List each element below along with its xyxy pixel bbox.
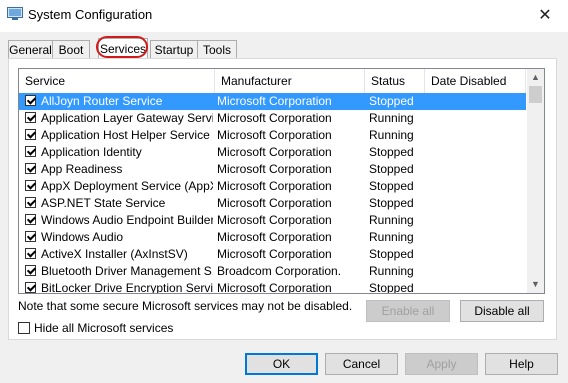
service-manufacturer: Broadcom Corporation. bbox=[217, 264, 342, 278]
service-status: Running bbox=[369, 264, 414, 278]
scroll-thumb[interactable] bbox=[529, 86, 542, 103]
cancel-button[interactable]: Cancel bbox=[325, 353, 398, 375]
service-name: Application Identity bbox=[41, 145, 142, 159]
service-name: BitLocker Drive Encryption Service bbox=[41, 281, 213, 294]
service-checkbox[interactable] bbox=[25, 163, 36, 174]
close-icon: ✕ bbox=[538, 7, 552, 24]
service-status: Stopped bbox=[369, 179, 414, 193]
help-button[interactable]: Help bbox=[485, 353, 558, 375]
service-checkbox[interactable] bbox=[25, 112, 36, 123]
service-manufacturer: Microsoft Corporation bbox=[217, 196, 332, 210]
service-manufacturer: Microsoft Corporation bbox=[217, 247, 332, 261]
service-checkbox[interactable] bbox=[25, 231, 36, 242]
service-checkbox[interactable] bbox=[25, 95, 36, 106]
service-manufacturer: Microsoft Corporation bbox=[217, 111, 332, 125]
enable-all-button[interactable]: Enable all bbox=[366, 300, 450, 322]
column-header-service[interactable]: Service bbox=[19, 69, 215, 93]
tab-services[interactable]: Services bbox=[98, 38, 148, 59]
tab-general[interactable]: General bbox=[8, 40, 53, 58]
service-name: Windows Audio Endpoint Builder bbox=[41, 213, 213, 227]
hide-microsoft-services-label[interactable]: Hide all Microsoft services bbox=[34, 321, 173, 335]
service-status: Stopped bbox=[369, 94, 414, 108]
service-checkbox[interactable] bbox=[25, 248, 36, 259]
service-manufacturer: Microsoft Corporation bbox=[217, 281, 332, 294]
service-manufacturer: Microsoft Corporation bbox=[217, 128, 332, 142]
service-manufacturer: Microsoft Corporation bbox=[217, 179, 332, 193]
service-manufacturer: Microsoft Corporation bbox=[217, 230, 332, 244]
service-name: AppX Deployment Service (AppX... bbox=[41, 179, 213, 193]
close-button[interactable]: ✕ bbox=[522, 0, 568, 30]
column-header-manufacturer[interactable]: Manufacturer bbox=[215, 69, 365, 93]
service-manufacturer: Microsoft Corporation bbox=[217, 94, 332, 108]
service-status: Stopped bbox=[369, 196, 414, 210]
service-checkbox[interactable] bbox=[25, 146, 36, 157]
table-row[interactable]: BitLocker Drive Encryption Service Micros… bbox=[19, 280, 526, 294]
tab-startup[interactable]: Startup bbox=[150, 40, 198, 58]
service-name: ActiveX Installer (AxInstSV) bbox=[41, 247, 188, 261]
note-text: Note that some secure Microsoft services… bbox=[18, 299, 353, 313]
table-row[interactable]: Application Host Helper Service Microsoft… bbox=[19, 127, 526, 144]
ok-button[interactable]: OK bbox=[245, 353, 318, 375]
tab-boot[interactable]: Boot bbox=[52, 40, 90, 58]
service-checkbox[interactable] bbox=[25, 129, 36, 140]
service-name: ASP.NET State Service bbox=[41, 196, 166, 210]
title-bar: System Configuration ✕ bbox=[0, 0, 568, 32]
scroll-down-arrow-icon[interactable]: ▼ bbox=[527, 276, 544, 293]
table-row[interactable]: ActiveX Installer (AxInstSV) Microsoft Co… bbox=[19, 246, 526, 263]
hide-microsoft-services-checkbox[interactable] bbox=[18, 322, 30, 334]
tab-tools[interactable]: Tools bbox=[197, 40, 237, 58]
scroll-up-arrow-icon[interactable]: ▲ bbox=[527, 69, 544, 86]
service-name: Windows Audio bbox=[41, 230, 124, 244]
column-header-status[interactable]: Status bbox=[365, 69, 425, 93]
service-status: Stopped bbox=[369, 247, 414, 261]
service-name: App Readiness bbox=[41, 162, 123, 176]
service-manufacturer: Microsoft Corporation bbox=[217, 213, 332, 227]
service-checkbox[interactable] bbox=[25, 282, 36, 293]
service-status: Running bbox=[369, 213, 414, 227]
table-row[interactable]: Bluetooth Driver Management S... Broadcom… bbox=[19, 263, 526, 280]
service-checkbox[interactable] bbox=[25, 265, 36, 276]
vertical-scrollbar[interactable]: ▲ ▼ bbox=[527, 69, 544, 293]
service-manufacturer: Microsoft Corporation bbox=[217, 162, 332, 176]
system-configuration-icon bbox=[7, 7, 23, 20]
list-header: Service Manufacturer Status Date Disable… bbox=[19, 69, 526, 94]
apply-button[interactable]: Apply bbox=[405, 353, 478, 375]
table-row[interactable]: ASP.NET State Service Microsoft Corporati… bbox=[19, 195, 526, 212]
service-name: AllJoyn Router Service bbox=[41, 94, 163, 108]
service-status: Stopped bbox=[369, 145, 414, 159]
service-name: Bluetooth Driver Management S... bbox=[41, 264, 213, 278]
services-list[interactable]: Service Manufacturer Status Date Disable… bbox=[18, 68, 545, 294]
table-row[interactable]: App Readiness Microsoft Corporation Stoppe… bbox=[19, 161, 526, 178]
table-row[interactable]: Windows Audio Endpoint Builder Microsoft … bbox=[19, 212, 526, 229]
table-row[interactable]: AllJoyn Router Service Microsoft Corporat… bbox=[19, 93, 526, 110]
service-status: Stopped bbox=[369, 281, 414, 294]
table-row[interactable]: Application Identity Microsoft Corporatio… bbox=[19, 144, 526, 161]
service-name: Application Host Helper Service bbox=[41, 128, 210, 142]
service-checkbox[interactable] bbox=[25, 180, 36, 191]
service-checkbox[interactable] bbox=[25, 197, 36, 208]
service-name: Application Layer Gateway Service bbox=[41, 111, 213, 125]
window-title: System Configuration bbox=[28, 7, 153, 22]
table-row[interactable]: AppX Deployment Service (AppX... Microsof… bbox=[19, 178, 526, 195]
list-rows: AllJoyn Router Service Microsoft Corporat… bbox=[19, 93, 526, 294]
disable-all-button[interactable]: Disable all bbox=[460, 300, 544, 322]
table-row[interactable]: Windows Audio Microsoft Corporation Runnin… bbox=[19, 229, 526, 246]
service-status: Running bbox=[369, 111, 414, 125]
column-header-date-disabled[interactable]: Date Disabled bbox=[425, 69, 526, 93]
service-status: Stopped bbox=[369, 162, 414, 176]
service-manufacturer: Microsoft Corporation bbox=[217, 145, 332, 159]
service-status: Running bbox=[369, 230, 414, 244]
table-row[interactable]: Application Layer Gateway Service Microso… bbox=[19, 110, 526, 127]
service-checkbox[interactable] bbox=[25, 214, 36, 225]
service-status: Running bbox=[369, 128, 414, 142]
